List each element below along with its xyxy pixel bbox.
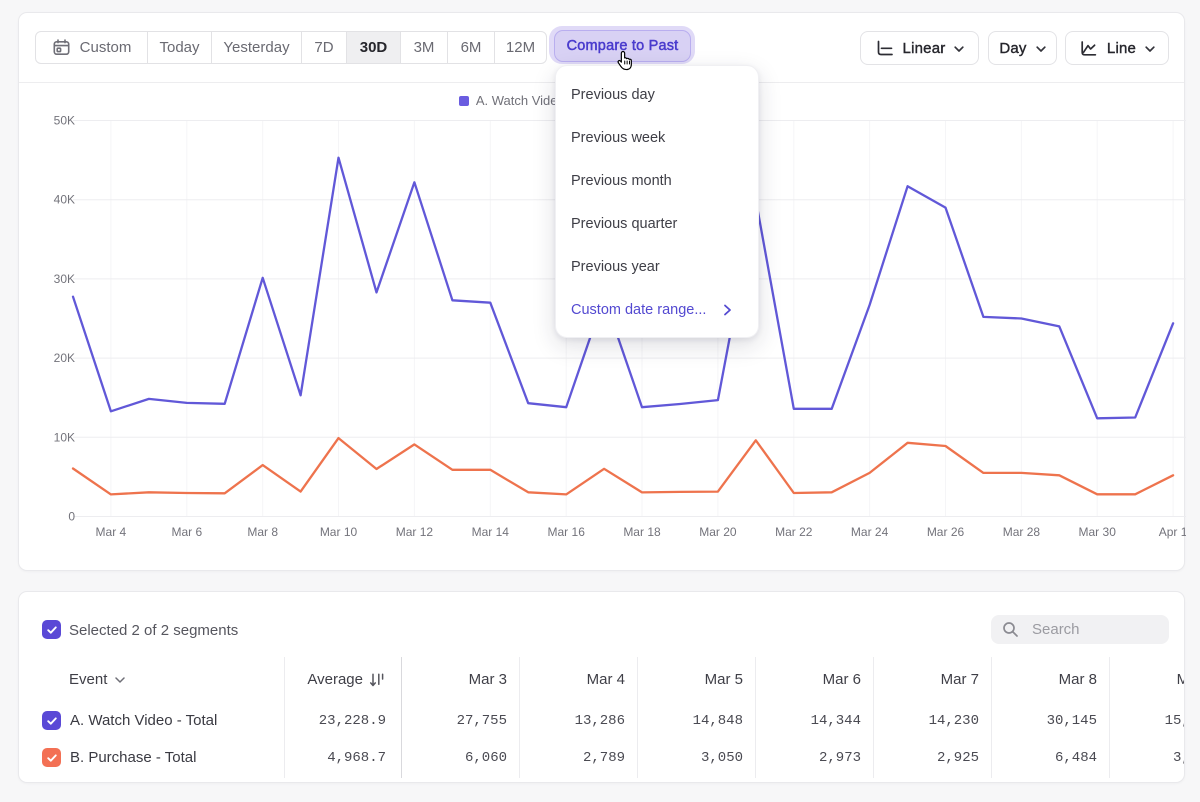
svg-text:Mar 30: Mar 30 — [1079, 525, 1117, 539]
svg-text:Mar 8: Mar 8 — [247, 525, 278, 539]
svg-text:Mar 22: Mar 22 — [775, 525, 813, 539]
svg-text:Mar 16: Mar 16 — [548, 525, 586, 539]
svg-text:Mar 28: Mar 28 — [1003, 525, 1041, 539]
svg-text:Mar 4: Mar 4 — [96, 525, 127, 539]
svg-text:10K: 10K — [54, 430, 75, 444]
svg-text:Mar 18: Mar 18 — [623, 525, 661, 539]
svg-text:Mar 10: Mar 10 — [320, 525, 358, 539]
svg-text:Mar 24: Mar 24 — [851, 525, 889, 539]
svg-text:50K: 50K — [54, 114, 75, 128]
svg-text:Mar 26: Mar 26 — [927, 525, 965, 539]
svg-text:30K: 30K — [54, 272, 75, 286]
svg-text:Mar 6: Mar 6 — [171, 525, 202, 539]
svg-text:40K: 40K — [54, 193, 75, 207]
svg-text:0: 0 — [68, 510, 75, 524]
svg-text:20K: 20K — [54, 351, 75, 365]
svg-text:Mar 12: Mar 12 — [396, 525, 434, 539]
svg-text:Mar 20: Mar 20 — [699, 525, 737, 539]
svg-text:Mar 14: Mar 14 — [472, 525, 510, 539]
svg-text:Apr 1: Apr 1 — [1159, 525, 1186, 539]
